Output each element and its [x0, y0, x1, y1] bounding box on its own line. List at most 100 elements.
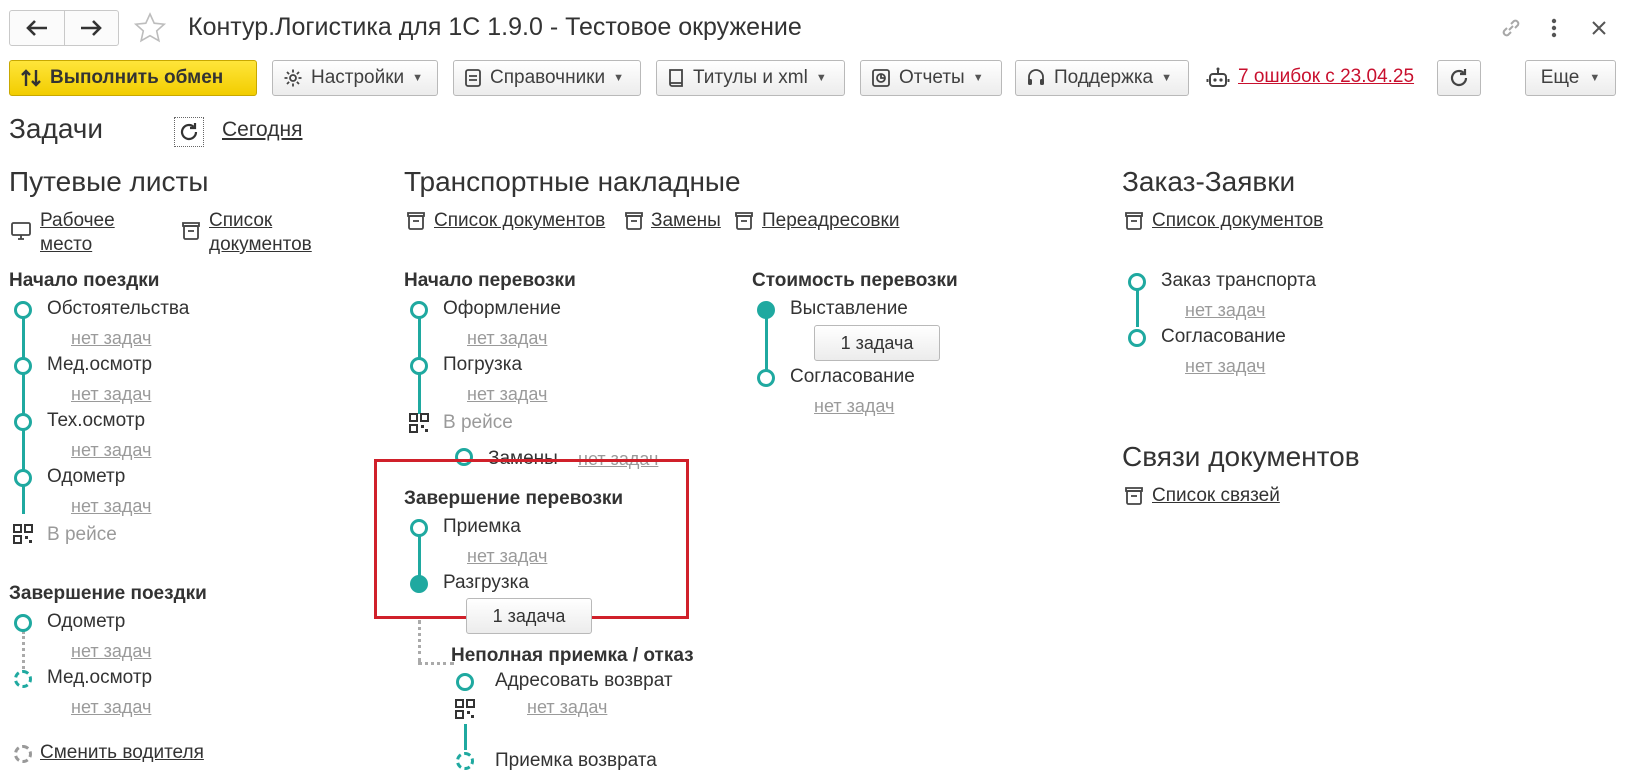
change-driver-link[interactable]: Сменить водителя: [40, 742, 204, 764]
waybills-list-link-line1[interactable]: Список: [209, 210, 272, 232]
no-tasks-link[interactable]: нет задач: [71, 641, 151, 662]
archive-icon: [733, 209, 755, 233]
no-tasks-link[interactable]: нет задач: [467, 328, 547, 349]
no-tasks-link[interactable]: нет задач: [1185, 356, 1265, 377]
support-label: Поддержка: [1054, 67, 1154, 88]
no-tasks-link[interactable]: нет задач: [527, 697, 607, 718]
orders-doc-list-link[interactable]: Список документов: [1152, 210, 1323, 232]
step-circle: [1128, 273, 1146, 291]
refresh-icon[interactable]: [174, 117, 204, 147]
links-list-link[interactable]: Список связей: [1152, 485, 1280, 507]
gear-icon: [284, 69, 302, 87]
no-tasks-link[interactable]: нет задач: [71, 384, 151, 405]
more-button[interactable]: Еще ▼: [1525, 60, 1616, 96]
window-title: Контур.Логистика для 1С 1.9.0 - Тестовое…: [188, 13, 802, 41]
timeline-line: [22, 484, 25, 514]
chevron-down-icon: ▼: [613, 72, 624, 84]
back-button[interactable]: [10, 11, 64, 45]
forward-button[interactable]: [63, 11, 119, 45]
transport-doc-list-link[interactable]: Список документов: [434, 210, 605, 232]
step-approval: Согласование: [790, 366, 915, 387]
run-exchange-button[interactable]: Выполнить обмен: [9, 60, 257, 96]
run-exchange-label: Выполнить обмен: [50, 67, 224, 88]
settings-button[interactable]: Настройки ▼: [272, 60, 438, 96]
today-link[interactable]: Сегодня: [222, 118, 302, 142]
no-tasks-link[interactable]: нет задач: [71, 440, 151, 461]
archive-icon: [1123, 484, 1145, 508]
no-tasks-link[interactable]: нет задач: [71, 697, 151, 718]
step-approval: Согласование: [1161, 326, 1286, 347]
settings-label: Настройки: [311, 67, 405, 88]
step-odometer: Одометр: [47, 466, 126, 487]
chevron-down-icon: ▼: [1161, 72, 1173, 84]
timeline-connector-dashed: [418, 662, 454, 665]
chevron-down-icon: ▼: [412, 72, 424, 84]
orders-title: Заказ-Заявки: [1122, 166, 1296, 197]
workplace-link-line2[interactable]: место: [40, 234, 92, 256]
step-address-return: Адресовать возврат: [495, 670, 673, 691]
step-acceptance: Приемка: [443, 516, 521, 537]
step-loading: Погрузка: [443, 354, 523, 375]
step-circle: [410, 301, 428, 319]
step-circle: [456, 673, 474, 691]
reports-label: Отчеты: [899, 67, 965, 88]
no-tasks-link[interactable]: нет задач: [467, 546, 547, 567]
reports-button[interactable]: Отчеты ▼: [860, 60, 1002, 96]
monitor-icon: [9, 219, 33, 243]
titles-xml-button[interactable]: Титулы и xml ▼: [656, 60, 845, 96]
qr-code-icon: [12, 523, 34, 545]
chevron-down-icon: ▼: [1589, 72, 1601, 84]
step-medical-check: Мед.осмотр: [47, 354, 153, 375]
chevron-down-icon: ▼: [815, 72, 827, 84]
readdress-link[interactable]: Переадресовки: [762, 210, 899, 232]
step-billing: Выставление: [790, 298, 908, 319]
trip-finish-title: Завершение поездки: [9, 583, 207, 604]
more-vertical-icon[interactable]: [1544, 14, 1564, 42]
step-tech-check: Тех.осмотр: [47, 410, 146, 431]
titles-xml-label: Титулы и xml: [693, 67, 808, 88]
transport-title: Транспортные накладные: [404, 166, 741, 197]
qr-code-icon: [454, 698, 476, 720]
waybills-title: Путевые листы: [9, 166, 209, 197]
timeline-line: [464, 724, 467, 750]
navigation-group: [9, 10, 119, 46]
support-button[interactable]: Поддержка ▼: [1015, 60, 1189, 96]
step-circle: [14, 614, 32, 632]
refresh-button[interactable]: [1437, 60, 1481, 96]
step-circle-dashed: [456, 752, 474, 770]
doc-links-title: Связи документов: [1122, 441, 1360, 472]
references-label: Справочники: [490, 67, 606, 88]
step-circle-dashed: [14, 745, 32, 763]
favorite-star-icon[interactable]: [132, 10, 168, 46]
no-tasks-link[interactable]: нет задач: [71, 328, 151, 349]
timeline-line-dashed: [22, 631, 25, 669]
chevron-down-icon: ▼: [972, 72, 984, 84]
timeline-line: [418, 534, 421, 576]
errors-link[interactable]: 7 ошибок с 23.04.25: [1238, 66, 1414, 88]
no-tasks-link[interactable]: нет задач: [814, 396, 894, 417]
qr-code-icon: [408, 412, 430, 434]
replacements-link[interactable]: Замены: [651, 210, 721, 232]
no-tasks-link[interactable]: нет задач: [71, 496, 151, 517]
step-circle: [410, 357, 428, 375]
more-label: Еще: [1540, 67, 1580, 88]
references-button[interactable]: Справочники ▼: [453, 60, 641, 96]
step-circle-active: [410, 575, 428, 593]
step-circle: [1128, 329, 1146, 347]
close-icon[interactable]: [1585, 14, 1613, 42]
step-circumstances: Обстоятельства: [47, 298, 190, 319]
one-task-button[interactable]: 1 задача: [814, 325, 940, 361]
no-tasks-link[interactable]: нет задач: [467, 384, 547, 405]
in-trip-label: В рейсе: [443, 412, 513, 433]
step-circle: [14, 301, 32, 319]
step-circle: [410, 519, 428, 537]
waybills-list-link-line2[interactable]: документов: [209, 234, 312, 256]
workplace-link-line1[interactable]: Рабочее: [40, 210, 115, 232]
archive-icon: [1123, 209, 1145, 233]
link-icon[interactable]: [1497, 14, 1525, 42]
page-title: Задачи: [9, 113, 104, 144]
no-tasks-link[interactable]: нет задач: [1185, 300, 1265, 321]
step-registration: Оформление: [443, 298, 561, 319]
one-task-button[interactable]: 1 задача: [466, 598, 592, 634]
arrow-right-icon: [81, 20, 103, 36]
